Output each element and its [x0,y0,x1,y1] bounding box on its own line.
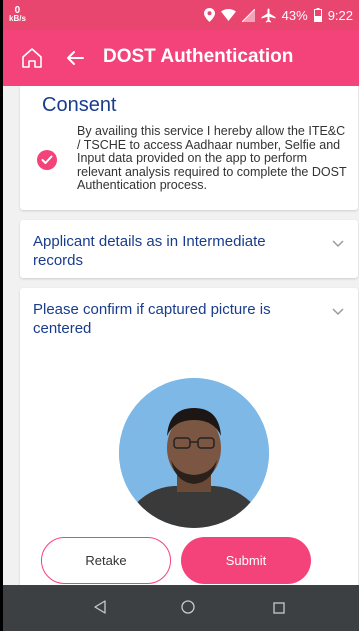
consent-text: By availing this service I hereby allow … [77,124,347,192]
submit-button[interactable]: Submit [181,537,311,584]
phone-screen: 0 kB/s 43% 9:22 DOST Authentication Cons… [3,0,359,631]
home-icon[interactable] [21,47,43,69]
network-speed-unit: kB/s [9,14,26,23]
status-bar: 0 kB/s 43% 9:22 [3,0,359,30]
location-icon [203,8,215,22]
consent-card: Consent By availing this service I hereb… [20,86,358,210]
nav-back-icon[interactable] [93,600,107,619]
consent-title: Consent [42,94,117,116]
check-icon [41,155,53,164]
consent-checkbox[interactable] [37,150,57,170]
picture-confirm-title: Please confirm if captured picture is ce… [33,301,271,337]
airplane-icon [261,8,276,23]
applicant-details-title: Applicant details as in Intermediate rec… [33,233,266,269]
network-speed: 0 kB/s [9,6,26,23]
wifi-icon [220,9,236,21]
back-arrow-icon[interactable] [65,48,85,68]
chevron-down-icon[interactable] [332,240,344,248]
navigation-bar [3,585,359,631]
chevron-down-icon[interactable] [332,308,344,316]
battery-percent: 43% [281,7,308,23]
applicant-details-section[interactable]: Applicant details as in Intermediate rec… [20,220,358,278]
app-bar: DOST Authentication [3,30,359,86]
nav-home-icon[interactable] [181,600,195,619]
retake-button[interactable]: Retake [41,537,171,584]
page-title: DOST Authentication [103,46,294,67]
nav-recents-icon[interactable] [273,601,285,619]
clock-time: 9:22 [327,7,353,23]
status-icons: 43% 9:22 [203,7,353,23]
main-content[interactable]: Consent By availing this service I hereb… [3,86,359,585]
battery-icon [313,8,322,22]
signal-icon [241,8,255,22]
captured-selfie [119,378,269,528]
